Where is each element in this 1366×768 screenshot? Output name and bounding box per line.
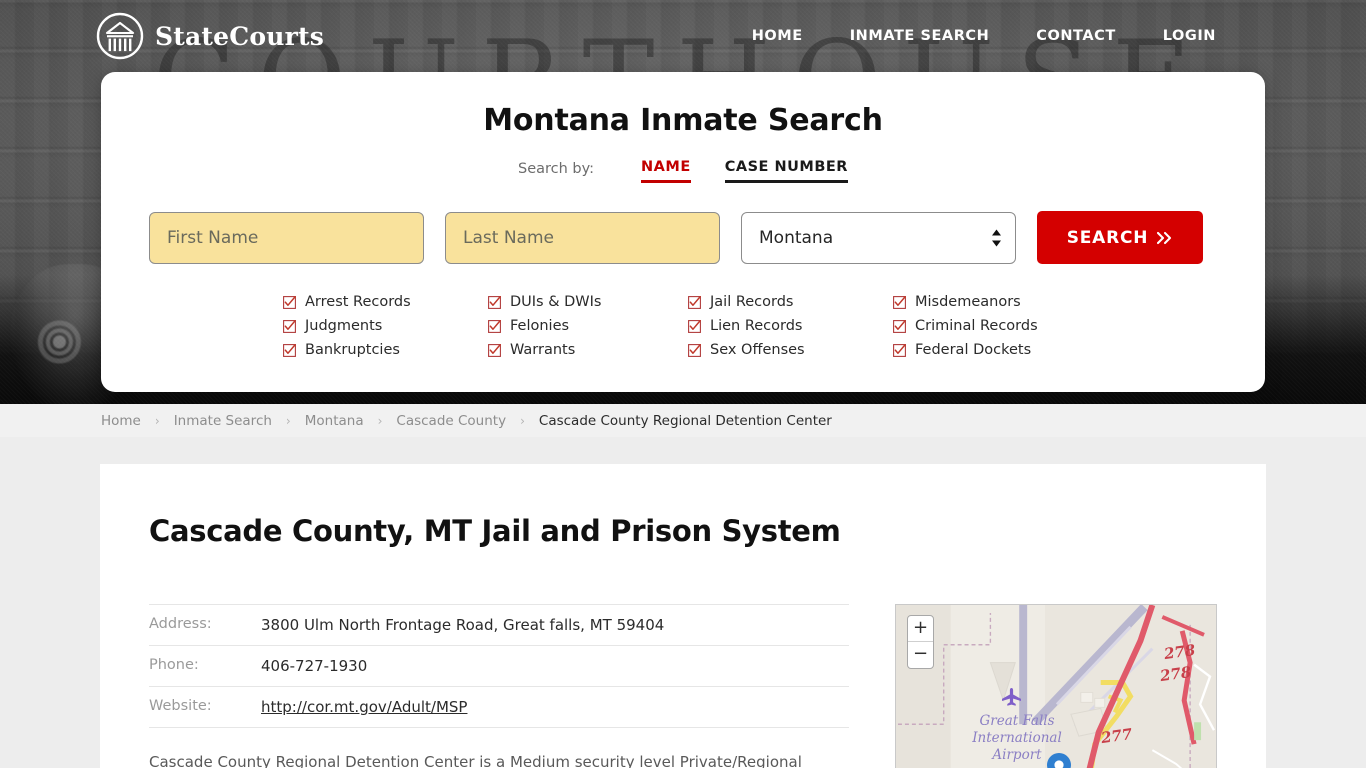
top-bar: StateCourts HOME INMATE SEARCH CONTACT L… — [0, 0, 1366, 72]
row-label-website: Website: — [149, 698, 212, 714]
facility-details-row: Address: 3800 Ulm North Frontage Road, G… — [149, 604, 1217, 768]
table-row: Address: 3800 Ulm North Frontage Road, G… — [149, 604, 849, 646]
table-row: Website: http://cor.mt.gov/Adult/MSP — [149, 687, 849, 728]
checked-box-icon — [893, 319, 906, 333]
record-type-item[interactable]: Arrest Records — [283, 290, 488, 314]
breadcrumb-item-inmate-search[interactable]: Inmate Search — [174, 413, 272, 429]
courthouse-circle-icon — [96, 12, 144, 60]
facility-content-card: Cascade County, MT Jail and Prison Syste… — [100, 464, 1266, 768]
record-type-item[interactable]: Federal Dockets — [893, 338, 1083, 362]
last-name-input[interactable] — [445, 211, 720, 264]
record-type-label: Lien Records — [710, 318, 803, 334]
record-type-label: Misdemeanors — [915, 294, 1021, 310]
search-panel-title: Montana Inmate Search — [483, 103, 883, 138]
hero-header: COURTHOUSE StateCourts HOME INMATE SEARC… — [0, 0, 1366, 404]
map-zoom-in-button[interactable]: + — [908, 616, 933, 642]
main-navigation: HOME INMATE SEARCH CONTACT LOGIN — [752, 22, 1216, 50]
breadcrumb-item-current: Cascade County Regional Detention Center — [538, 412, 832, 429]
record-type-item[interactable]: Misdemeanors — [893, 290, 1083, 314]
state-select[interactable]: Montana — [741, 211, 1016, 264]
nav-item-inmate-search[interactable]: INMATE SEARCH — [850, 22, 990, 50]
checked-box-icon — [688, 343, 701, 357]
checked-box-icon — [893, 295, 906, 309]
record-type-item[interactable]: DUIs & DWIs — [488, 290, 688, 314]
row-value-website: http://cor.mt.gov/Adult/MSP — [261, 687, 849, 728]
map-zoom-controls: + − — [907, 615, 934, 669]
record-type-label: DUIs & DWIs — [510, 294, 602, 310]
nav-item-home[interactable]: HOME — [752, 22, 803, 50]
breadcrumb-separator-icon: › — [377, 413, 383, 428]
record-type-item[interactable]: Lien Records — [688, 314, 893, 338]
row-value-phone: 406-727-1930 — [261, 657, 368, 675]
record-type-item[interactable]: Felonies — [488, 314, 688, 338]
facility-description: Cascade County Regional Detention Center… — [149, 753, 802, 768]
breadcrumb: Home › Inmate Search › Montana › Cascade… — [0, 404, 1366, 437]
checked-box-icon — [688, 319, 701, 333]
checked-box-icon — [488, 319, 501, 333]
checked-box-icon — [488, 295, 501, 309]
record-type-label: Judgments — [305, 318, 383, 334]
checked-box-icon — [688, 295, 701, 309]
breadcrumb-separator-icon: › — [154, 413, 160, 428]
brand-name: StateCourts — [155, 21, 324, 51]
row-value-address: 3800 Ulm North Frontage Road, Great fall… — [261, 616, 665, 634]
record-type-label: Felonies — [510, 318, 570, 334]
record-types-list: Arrest Records DUIs & DWIs Jail Records … — [149, 290, 1217, 362]
map-pin-icon[interactable] — [1047, 753, 1071, 768]
breadcrumb-separator-icon: › — [520, 413, 525, 428]
row-label-address: Address: — [149, 616, 212, 632]
facility-info-table: Address: 3800 Ulm North Frontage Road, G… — [149, 604, 849, 728]
record-type-item[interactable]: Warrants — [488, 338, 688, 362]
page-body: Cascade County, MT Jail and Prison Syste… — [0, 437, 1366, 768]
record-type-label: Jail Records — [710, 294, 794, 310]
website-link[interactable]: http://cor.mt.gov/Adult/MSP — [261, 698, 467, 716]
nav-item-login[interactable]: LOGIN — [1163, 22, 1216, 50]
facility-map[interactable]: Great Falls International Airport 278 27… — [895, 604, 1217, 768]
record-type-item[interactable]: Judgments — [283, 314, 488, 338]
checked-box-icon — [283, 319, 296, 333]
record-type-label: Criminal Records — [915, 318, 1038, 334]
checked-box-icon — [283, 343, 296, 357]
map-zoom-out-button[interactable]: − — [908, 642, 933, 668]
breadcrumb-item-montana[interactable]: Montana — [305, 413, 364, 429]
state-select-wrapper: Montana — [741, 211, 1016, 264]
breadcrumb-separator-icon: › — [285, 413, 291, 428]
breadcrumb-item-home[interactable]: Home — [101, 413, 141, 429]
double-chevron-right-icon — [1157, 231, 1172, 244]
page-title: Cascade County, MT Jail and Prison Syste… — [149, 514, 841, 548]
record-type-label: Warrants — [510, 342, 576, 358]
brand-logo[interactable]: StateCourts — [96, 12, 324, 60]
facility-info-column: Address: 3800 Ulm North Frontage Road, G… — [149, 604, 849, 768]
row-label-phone: Phone: — [149, 657, 199, 673]
search-button[interactable]: SEARCH — [1037, 211, 1203, 264]
record-type-label: Arrest Records — [305, 294, 411, 310]
record-type-label: Sex Offenses — [710, 342, 805, 358]
tab-case-number[interactable]: CASE NUMBER — [724, 159, 848, 183]
checked-box-icon — [488, 343, 501, 357]
search-form: Montana SEARCH — [149, 211, 1217, 264]
record-type-item[interactable]: Sex Offenses — [688, 338, 893, 362]
record-type-label: Federal Dockets — [915, 342, 1032, 358]
record-type-item[interactable]: Criminal Records — [893, 314, 1083, 338]
first-name-input[interactable] — [149, 211, 424, 264]
nav-item-contact[interactable]: CONTACT — [1036, 22, 1115, 50]
tab-name[interactable]: NAME — [641, 159, 691, 183]
breadcrumb-item-cascade-county[interactable]: Cascade County — [396, 413, 506, 429]
table-row: Phone: 406-727-1930 — [149, 646, 849, 687]
checked-box-icon — [893, 343, 906, 357]
search-by-tabs: Search by: NAME CASE NUMBER — [149, 159, 1217, 183]
search-by-label: Search by: — [518, 161, 595, 177]
record-type-item[interactable]: Jail Records — [688, 290, 893, 314]
map-tiles — [896, 605, 1216, 768]
airplane-icon — [1001, 687, 1023, 711]
checked-box-icon — [283, 295, 296, 309]
search-button-label: SEARCH — [1066, 227, 1149, 248]
record-type-label: Bankruptcies — [305, 342, 400, 358]
inmate-search-panel: Montana Inmate Search Search by: NAME CA… — [101, 72, 1265, 392]
record-type-item[interactable]: Bankruptcies — [283, 338, 488, 362]
